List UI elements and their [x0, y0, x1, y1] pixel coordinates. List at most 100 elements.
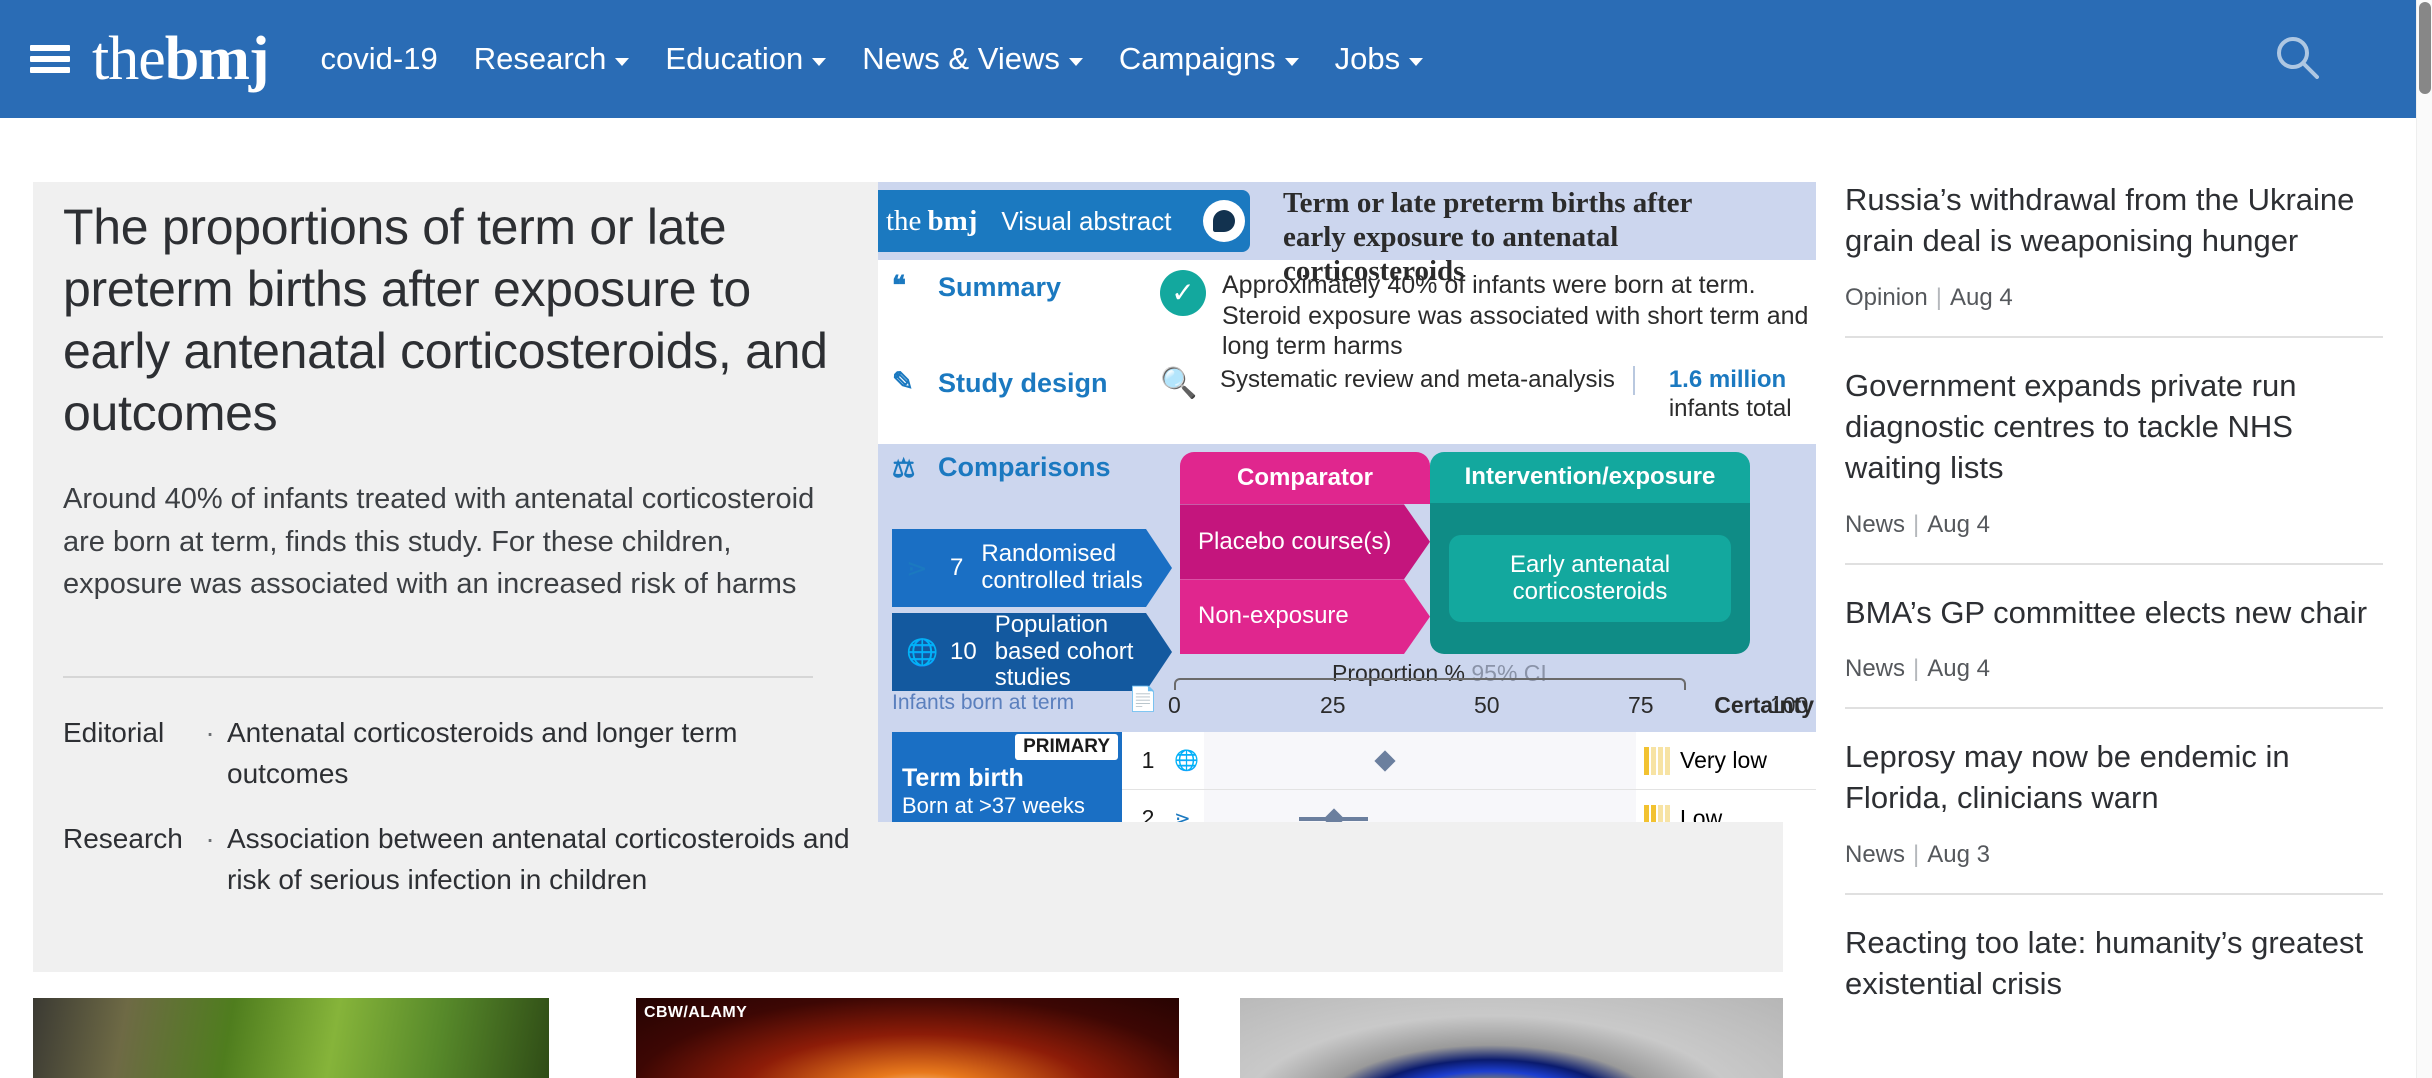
visual-abstract-image[interactable]: the bmj Visual abstract Term or late pret…: [878, 182, 1816, 822]
nav-item-covid-19[interactable]: covid-19: [303, 41, 456, 77]
list-item: Reacting too late: humanity’s greatest e…: [1845, 923, 2383, 1029]
plot-cell: [1204, 790, 1636, 822]
visual-abstract-comparisons-row: ⚖ Comparisons ⋗ 7 Randomised controlled …: [878, 444, 1816, 654]
chevron-down-icon: [1284, 58, 1299, 66]
comparator-column: Comparator Placebo course(s) Non-exposur…: [1180, 452, 1430, 654]
nav-label: Jobs: [1334, 41, 1401, 76]
link-kicker: Research: [63, 823, 183, 855]
site-logo[interactable]: thebmj: [92, 25, 270, 93]
certainty-header: Certainty: [1714, 692, 1814, 718]
page-scrollbar[interactable]: [2416, 0, 2432, 1078]
scrollbar-thumb[interactable]: [2419, 2, 2431, 94]
nav-item-research[interactable]: Research: [456, 41, 648, 77]
outcome-subtitle: Born at >37 weeks: [902, 793, 1085, 818]
rail-meta: News | Aug 4: [1845, 655, 2383, 683]
comparator-cell-1: Placebo course(s): [1180, 504, 1430, 579]
proportion-axis: 📄 Proportion % 95% CI 0 25 50 75 100 Cer…: [1122, 660, 1816, 730]
rail-headline[interactable]: Reacting too late: humanity’s greatest e…: [1845, 923, 2383, 1005]
related-link-research[interactable]: Association between antenatal corticoste…: [227, 818, 853, 900]
rail-date: Aug 4: [1927, 655, 1990, 683]
page-icon: 📄: [1128, 686, 1158, 713]
forest-plot-rows: 1 🌐 Very low 2 ⋗ Low: [1122, 732, 1816, 822]
certainty-bars-icon: [1644, 804, 1670, 822]
hamburger-bar: [30, 67, 70, 73]
visual-abstract-title: Term or late preterm births after early …: [1283, 187, 1692, 288]
rail-meta: News | Aug 3: [1845, 841, 2383, 869]
page-title[interactable]: The proportions of term or late preterm …: [63, 196, 853, 444]
search-icon[interactable]: [2272, 32, 2324, 84]
link-kicker: Editorial: [63, 717, 165, 748]
data-point-diamond: [1322, 807, 1345, 822]
row-number: 2: [1141, 805, 1155, 822]
related-link-editorial[interactable]: Antenatal corticosteroids and longer ter…: [227, 712, 853, 794]
meta-separator: |: [1913, 841, 1920, 869]
bullet-separator: ·: [205, 717, 215, 748]
divider: [1845, 335, 2383, 338]
list-item: Russia’s withdrawal from the Ukraine gra…: [1845, 180, 2383, 336]
intervention-text: Early antenatal corticosteroids: [1449, 534, 1731, 623]
quote-icon: ❝: [892, 270, 906, 300]
top-navigation-bar: thebmj covid-19 Research Education News …: [0, 0, 2416, 118]
thumbnail-flame-photo[interactable]: CBW/ALAMY: [636, 998, 1179, 1078]
badge-logo-bmj: bmj: [927, 204, 978, 237]
meta-separator: |: [1913, 510, 1920, 538]
primary-nav-links: covid-19 Research Education News & Views…: [303, 41, 1442, 77]
hamburger-icon[interactable]: [30, 39, 70, 79]
rail-headline[interactable]: Russia’s withdrawal from the Ukraine gra…: [1845, 180, 2383, 262]
list-item: Government expands private run diagnosti…: [1845, 366, 2383, 563]
nav-item-education[interactable]: Education: [647, 41, 844, 77]
plot-cell: [1204, 732, 1636, 789]
axis-tick-25: 25: [1320, 692, 1346, 718]
list-item: Leprosy may now be endemic in Florida, c…: [1845, 737, 2383, 893]
rail-headline[interactable]: Government expands private run diagnosti…: [1845, 366, 2383, 489]
rail-section: News: [1845, 655, 1906, 683]
thumbnail-micrograph-photo[interactable]: [1240, 998, 1783, 1078]
rail-headline[interactable]: BMA’s GP committee elects new chair: [1845, 593, 2383, 634]
certainty-bars-icon: [1644, 746, 1670, 775]
nav-item-campaigns[interactable]: Campaigns: [1101, 41, 1317, 77]
thumbnail-grass-photo[interactable]: [33, 998, 549, 1078]
visual-abstract-header: the bmj Visual abstract Term or late pret…: [878, 182, 1816, 287]
rail-date: Aug 4: [1927, 510, 1990, 538]
share-nodes-icon: ⋗: [906, 553, 928, 583]
visual-abstract-design-row: ✎ Study design 🔍 Systematic review and m…: [878, 356, 1816, 444]
divider: [1845, 707, 2383, 710]
list-item: Research · Association between antenatal…: [63, 818, 853, 900]
globe-arrow-icon: 🌐: [906, 637, 939, 667]
logo-the: the: [92, 25, 166, 93]
data-point-diamond: [1374, 749, 1397, 772]
nav-item-jobs[interactable]: Jobs: [1317, 41, 1441, 77]
study-count: 7: [950, 553, 964, 581]
table-row: 1 🌐 Very low: [1122, 732, 1816, 790]
rail-date: Aug 3: [1927, 841, 1990, 869]
study-design-label-group: ✎ Study design: [892, 366, 1160, 399]
nav-item-news-and-views[interactable]: News & Views: [844, 41, 1101, 77]
row-number: 1: [1141, 747, 1155, 773]
certainty-label: Very low: [1680, 747, 1767, 773]
rail-section: Opinion: [1845, 283, 1928, 311]
outcomes-forest-plot: PRIMARY Term birth Born at >37 weeks 1 🌐…: [892, 732, 1816, 822]
divider: [1845, 893, 2383, 896]
chevron-down-icon: [812, 58, 827, 66]
list-item: BMA’s GP committee elects new chair News…: [1845, 593, 2383, 708]
intervention-header: Intervention/exposure: [1430, 452, 1750, 503]
divider: [1845, 562, 2383, 565]
divider: [63, 676, 813, 678]
rail-section: News: [1845, 841, 1906, 869]
sample-value: 1.6 million: [1668, 366, 1787, 393]
sample-label: infants total: [1668, 394, 1792, 422]
check-circle-icon: ✓: [1160, 270, 1206, 316]
axis-tick-50: 50: [1474, 692, 1500, 718]
study-design-body: 🔍 Systematic review and meta-analysis 1.…: [1160, 366, 1816, 424]
outcome-title: Term birth: [902, 764, 1024, 792]
outcomes-sublabel: Infants born at term: [892, 691, 1075, 714]
certainty-cell: Very low: [1636, 746, 1816, 775]
chevron-down-icon: [615, 58, 630, 66]
hamburger-bar: [30, 56, 70, 62]
rail-headline[interactable]: Leprosy may now be endemic in Florida, c…: [1845, 737, 2383, 819]
comparator-header: Comparator: [1180, 452, 1430, 505]
axis-tick-0: 0: [1168, 692, 1181, 718]
rail-date: Aug 4: [1949, 283, 2013, 311]
chevron-down-icon: [1068, 58, 1083, 66]
meta-separator: |: [1913, 655, 1920, 683]
